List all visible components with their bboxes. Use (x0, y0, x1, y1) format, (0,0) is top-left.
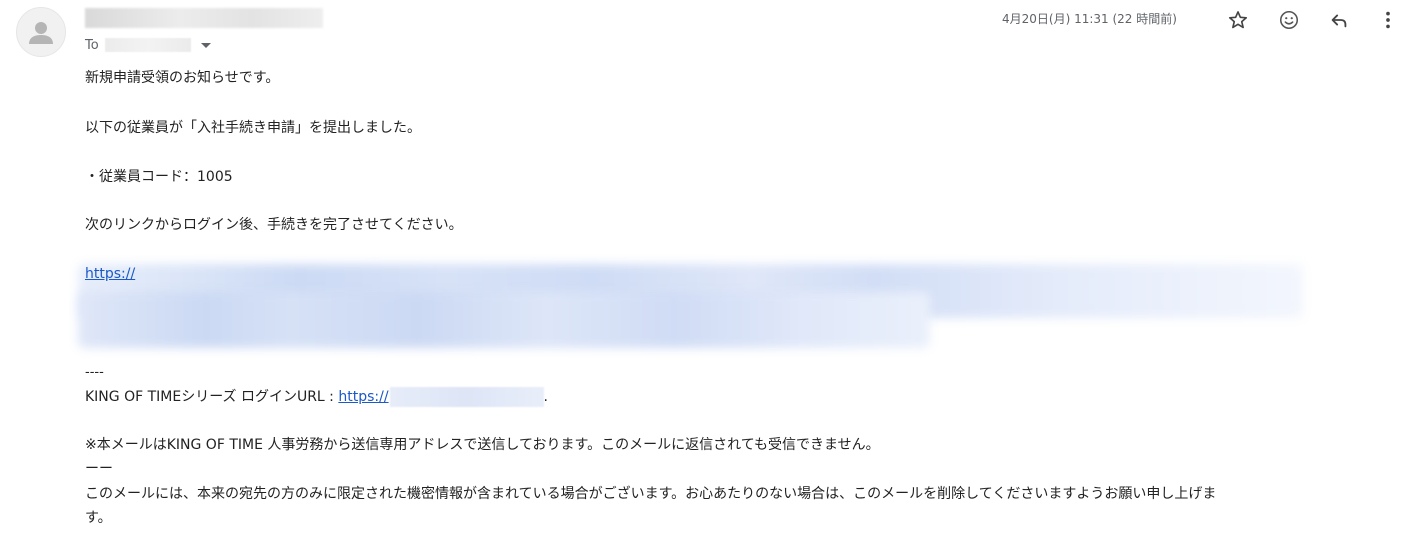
notice-dash: ーー (85, 461, 113, 477)
to-label: To (85, 37, 99, 53)
person-icon (29, 22, 53, 44)
reply-icon (1331, 14, 1347, 28)
procedure-link-row: https:// (85, 265, 135, 283)
more-options-button[interactable] (1374, 7, 1402, 33)
sender-name-redacted (85, 8, 323, 28)
body-line-greeting: 新規申請受領のお知らせです。 (85, 70, 280, 86)
email-timestamp: 4月20日(月) 11:31 (22 時間前) (1002, 12, 1177, 26)
body-line-employee-code: ・従業員コード：1005 (85, 169, 233, 185)
procedure-link[interactable]: https:// (85, 266, 135, 282)
reply-button[interactable] (1325, 7, 1353, 33)
star-button[interactable] (1224, 7, 1252, 33)
recipient-redacted (104, 38, 191, 52)
separator-line: ---- (85, 365, 104, 380)
emoji-reaction-button[interactable] (1275, 7, 1303, 33)
url-redacted-line2 (78, 292, 930, 348)
emoji-icon (1279, 10, 1299, 30)
login-url-link[interactable]: https:// (338, 389, 388, 405)
sender-avatar (16, 7, 66, 57)
no-reply-notice: ※本メールはKING OF TIME 人事労務から送信専用アドレスで送信しており… (85, 437, 880, 453)
star-icon (1228, 11, 1248, 29)
chevron-down-icon[interactable] (200, 42, 211, 48)
body-line-instruction: 次のリンクからログイン後、手続きを完了させてください。 (85, 217, 463, 233)
login-url-line: KING OF TIMEシリーズ ログインURL : https://. (85, 387, 548, 407)
login-url-end: . (543, 389, 548, 405)
login-url-redacted (389, 387, 544, 407)
confidential-notice-line1: このメールには、本来の宛先の方のみに限定された機密情報が含まれている場合がござい… (85, 486, 1217, 502)
confidential-notice-line2: す。 (85, 510, 112, 526)
more-vert-icon (1386, 11, 1390, 29)
body-line-submission: 以下の従業員が「入社手続き申請」を提出しました。 (85, 120, 421, 136)
login-url-label: KING OF TIMEシリーズ ログインURL : (85, 389, 339, 405)
recipient-row: To (85, 35, 211, 55)
